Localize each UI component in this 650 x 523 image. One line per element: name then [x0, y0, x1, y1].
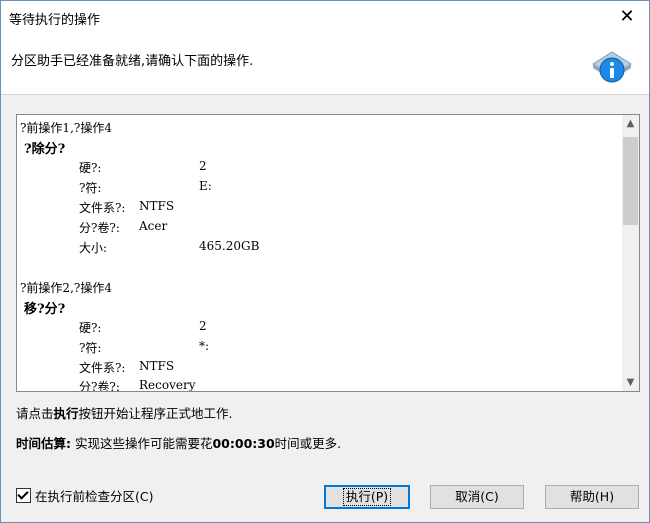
scroll-up-icon[interactable]: ▲: [622, 115, 639, 132]
prop-value: NTFS: [139, 359, 175, 373]
operation-title: ?除分?: [24, 142, 66, 157]
prop-label: 文件系?:: [79, 201, 126, 215]
operations-list[interactable]: ?前操作1,?操作4 ?除分? 硬?: 2 ?符: E: 文件系?: NTFS …: [16, 114, 640, 392]
estimate-suffix: 时间或更多.: [274, 436, 342, 451]
prop-value: *:: [199, 339, 210, 353]
estimate-prefix: 实现这些操作可能需要花: [71, 436, 213, 451]
prop-value: 2: [199, 159, 207, 173]
execute-button-label[interactable]: 执行(P): [342, 488, 392, 506]
header-message: 分区助手已经准备就绪,请确认下面的操作.: [11, 54, 254, 69]
cancel-button[interactable]: 取消(C): [430, 485, 524, 509]
prop-value: Recovery: [139, 378, 196, 391]
instruction-suffix: 按钮开始让程序正式地工作.: [78, 406, 233, 421]
prop-value: 465.20GB: [199, 239, 260, 253]
prop-label: 分?卷?:: [79, 221, 120, 235]
estimate-time: 00:00:30: [212, 436, 275, 451]
prop-value: 2: [199, 319, 207, 333]
operation-header: ?前操作2,?操作4: [20, 281, 112, 295]
scroll-thumb[interactable]: [623, 137, 638, 225]
prop-label: 分?卷?:: [79, 380, 120, 391]
vertical-scrollbar[interactable]: ▲ ▼: [622, 115, 639, 391]
prop-label: 大小:: [79, 241, 108, 255]
time-estimate: 时间估算: 实现这些操作可能需要花00:00:30时间或更多.: [16, 433, 341, 452]
scroll-down-icon[interactable]: ▼: [622, 374, 639, 391]
prop-value: NTFS: [139, 199, 175, 213]
checkbox-label[interactable]: 在执行前检查分区(C): [35, 486, 153, 505]
operations-content: ?前操作1,?操作4 ?除分? 硬?: 2 ?符: E: 文件系?: NTFS …: [17, 115, 617, 391]
info-icon: [592, 51, 632, 83]
instruction-text: 请点击执行按钮开始让程序正式地工作.: [16, 403, 233, 422]
prop-label: 文件系?:: [79, 361, 126, 375]
instruction-prefix: 请点击: [16, 406, 54, 421]
operation-header: ?前操作1,?操作4: [20, 121, 112, 135]
check-before-execute[interactable]: 在执行前检查分区(C): [16, 486, 153, 505]
estimate-label: 时间估算:: [16, 436, 71, 451]
dialog-header: 分区助手已经准备就绪,请确认下面的操作.: [1, 32, 649, 95]
prop-label: ?符:: [79, 341, 102, 355]
instruction-bold: 执行: [53, 406, 79, 421]
prop-value: Acer: [139, 219, 168, 233]
execute-button[interactable]: 执行(P): [324, 485, 410, 509]
prop-label: 硬?:: [79, 321, 102, 335]
prop-label: ?符:: [79, 181, 102, 195]
window-title: 等待执行的操作: [9, 13, 101, 28]
title-bar: 等待执行的操作 ✕: [1, 1, 649, 32]
checkbox[interactable]: [16, 487, 31, 503]
operation-title: 移?分?: [24, 302, 66, 317]
close-icon[interactable]: ✕: [609, 3, 645, 31]
pending-operations-dialog: 等待执行的操作 ✕ 分区助手已经准备就绪,请确认下面的操作. ?前操作1,?操作…: [0, 0, 650, 523]
prop-value: E:: [199, 179, 212, 193]
help-button[interactable]: 帮助(H): [545, 485, 639, 509]
prop-label: 硬?:: [79, 161, 102, 175]
